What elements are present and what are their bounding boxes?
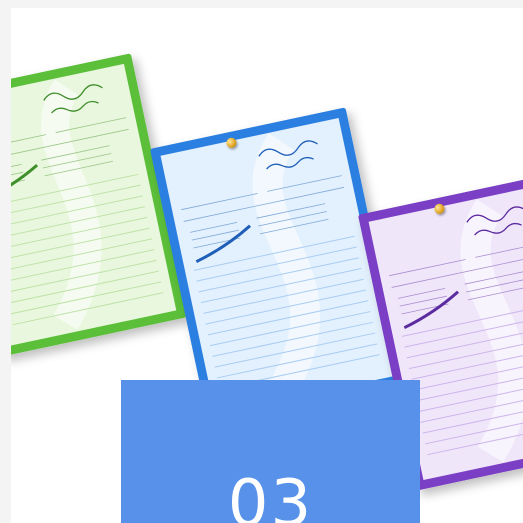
page-number: 03 [227,467,314,523]
message-note-green-art [11,53,187,357]
page-number-tile: 03 [121,380,420,523]
message-note-blue [150,107,404,425]
message-note-green [11,53,187,357]
message-note-blue-art [150,107,404,425]
